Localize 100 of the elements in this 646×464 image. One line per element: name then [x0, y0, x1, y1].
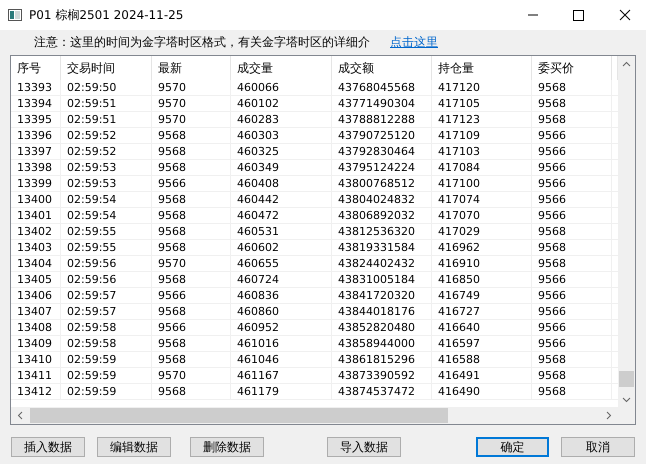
table-cell: 416962 — [432, 240, 532, 255]
table-cell: 13403 — [11, 240, 61, 255]
table-cell: 416910 — [432, 256, 532, 271]
table-cell: 02:59:51 — [61, 112, 152, 127]
table-cell: 9568 — [152, 240, 231, 255]
table-cell: 417105 — [432, 96, 532, 111]
table-cell: 13400 — [11, 192, 61, 207]
table-cell: 460655 — [231, 256, 332, 271]
table-cell: 9568 — [152, 160, 231, 175]
scroll-thumb[interactable] — [619, 371, 634, 387]
table-cell: 9566 — [532, 336, 612, 351]
column-header[interactable]: 持仓量 — [432, 56, 532, 80]
table-cell: 416749 — [432, 288, 532, 303]
table-cell: 02:59:57 — [61, 304, 152, 319]
table-cell: 460408 — [231, 176, 332, 191]
table-cell: 460066 — [231, 80, 332, 95]
table-cell: 02:59:54 — [61, 208, 152, 223]
table-cell: 13409 — [11, 336, 61, 351]
table-cell: 9566 — [152, 320, 231, 335]
table-cell: 02:59:56 — [61, 272, 152, 287]
table-cell: 416490 — [432, 384, 532, 399]
scroll-up-icon[interactable] — [622, 61, 631, 67]
table-cell: 460472 — [231, 208, 332, 223]
column-header[interactable]: 委买价 — [532, 56, 612, 80]
table-cell: 02:59:53 — [61, 176, 152, 191]
column-header[interactable]: 交易时间 — [61, 56, 152, 80]
table-cell: 9568 — [152, 336, 231, 351]
table-cell: 9568 — [532, 368, 612, 383]
table-cell: 9568 — [152, 304, 231, 319]
table-cell: 417123 — [432, 112, 532, 127]
table-cell: 13398 — [11, 160, 61, 175]
scroll-down-icon[interactable] — [622, 397, 631, 403]
table-cell: 02:59:52 — [61, 144, 152, 159]
table-cell: 9568 — [152, 208, 231, 223]
dialog-button[interactable]: 确定 — [476, 437, 549, 457]
table-cell: 02:59:55 — [61, 224, 152, 239]
table-cell: 460531 — [231, 224, 332, 239]
table-cell: 9566 — [152, 176, 231, 191]
table-cell: 9568 — [532, 352, 612, 367]
table-cell: 13399 — [11, 176, 61, 191]
vertical-scrollbar[interactable] — [618, 56, 635, 407]
table-cell: 13395 — [11, 112, 61, 127]
column-header[interactable]: 成交量 — [231, 56, 332, 80]
maximize-icon[interactable] — [573, 10, 584, 20]
scroll-thumb[interactable] — [30, 408, 448, 423]
dialog-button[interactable]: 取消 — [561, 437, 635, 457]
table-cell: 43841720320 — [332, 288, 432, 303]
table-cell: 43768045568 — [332, 80, 432, 95]
table-cell: 02:59:56 — [61, 256, 152, 271]
table-cell: 416588 — [432, 352, 532, 367]
app-icon — [8, 9, 22, 21]
table-cell: 9568 — [532, 96, 612, 111]
dialog-button[interactable]: 编辑数据 — [97, 437, 171, 457]
table-cell: 13411 — [11, 368, 61, 383]
table-cell: 9568 — [532, 80, 612, 95]
table-cell: 9570 — [152, 368, 231, 383]
table-cell: 9568 — [532, 224, 612, 239]
table-cell: 9568 — [152, 224, 231, 239]
table-cell: 43812536320 — [332, 224, 432, 239]
table-cell: 9566 — [532, 160, 612, 175]
click-here-link[interactable]: 点击这里 — [390, 33, 438, 51]
scroll-left-icon[interactable] — [17, 411, 23, 420]
table-cell: 02:59:58 — [61, 320, 152, 335]
table-cell: 460860 — [231, 304, 332, 319]
table-cell: 13397 — [11, 144, 61, 159]
column-header[interactable]: 序号 — [11, 56, 61, 80]
table-cell: 02:59:52 — [61, 128, 152, 143]
table-cell: 43792830464 — [332, 144, 432, 159]
table-cell: 9566 — [532, 192, 612, 207]
dialog-button[interactable]: 插入数据 — [11, 437, 85, 457]
table-cell: 43858944000 — [332, 336, 432, 351]
table-cell: 13406 — [11, 288, 61, 303]
table-cell: 460442 — [231, 192, 332, 207]
table-cell: 9568 — [532, 240, 612, 255]
table-cell: 13404 — [11, 256, 61, 271]
table-cell: 9568 — [152, 144, 231, 159]
scroll-right-icon[interactable] — [606, 411, 612, 420]
table-cell: 9568 — [152, 272, 231, 287]
table-cell: 13393 — [11, 80, 61, 95]
table-cell: 9568 — [532, 112, 612, 127]
column-header[interactable]: 成交额 — [332, 56, 432, 80]
column-header[interactable]: 最新 — [152, 56, 231, 80]
table-cell: 02:59:59 — [61, 384, 152, 399]
dialog-button[interactable]: 删除数据 — [190, 437, 264, 457]
dialog-button[interactable]: 导入数据 — [327, 437, 401, 457]
table-cell: 460325 — [231, 144, 332, 159]
table-cell: 43788812288 — [332, 112, 432, 127]
table-cell: 460952 — [231, 320, 332, 335]
table-cell: 02:59:59 — [61, 352, 152, 367]
table-cell: 02:59:59 — [61, 368, 152, 383]
table-cell: 9566 — [532, 304, 612, 319]
table-cell: 02:59:57 — [61, 288, 152, 303]
close-icon[interactable] — [619, 9, 631, 21]
table-cell: 9568 — [152, 128, 231, 143]
table-cell: 460283 — [231, 112, 332, 127]
table-cell: 460836 — [231, 288, 332, 303]
horizontal-scrollbar[interactable] — [11, 407, 618, 424]
table-cell: 43831005184 — [332, 272, 432, 287]
table-cell: 417109 — [432, 128, 532, 143]
table-cell: 9566 — [532, 176, 612, 191]
